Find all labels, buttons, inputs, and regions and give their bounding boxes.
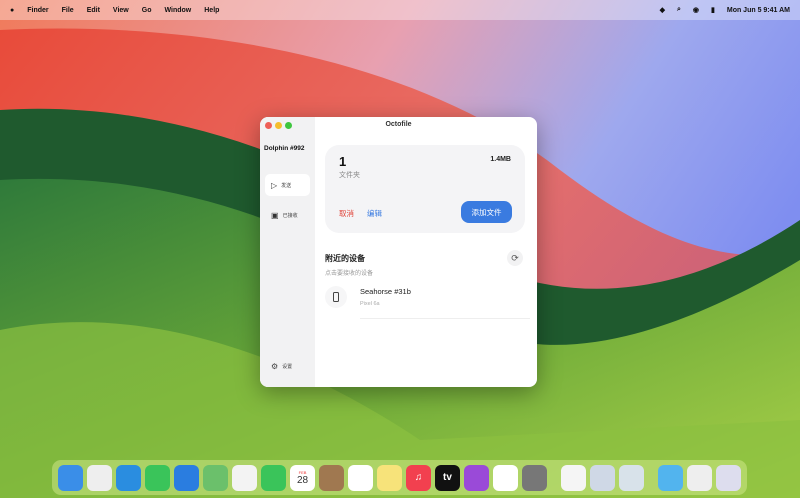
selection-type: 文件夹: [339, 172, 360, 179]
inbox-icon: ▣: [271, 210, 279, 220]
window-title: Octofile: [385, 121, 412, 128]
sidebar-item-label: 设置: [282, 363, 293, 370]
selection-card: 1 文件夹 1.4MB 取消 编辑 添加文件: [325, 145, 525, 233]
nearby-devices-title: 附近的设备: [325, 254, 365, 263]
device-name: Dolphin #992: [264, 145, 305, 152]
add-files-button[interactable]: 添加文件: [461, 201, 512, 223]
dock-preview-icon[interactable]: [589, 464, 616, 491]
dock-messages-icon[interactable]: [144, 464, 171, 491]
dock-podcasts-icon[interactable]: [463, 464, 490, 491]
gear-icon: ⚙: [271, 361, 279, 371]
sidebar-item-settings[interactable]: ⚙ 设置: [265, 355, 310, 377]
apple-menu-icon[interactable]: ●: [10, 7, 14, 14]
dock-mail-icon[interactable]: [173, 464, 200, 491]
sidebar: Dolphin #992 ▷ 发送 ▣ 已接收 ⚙ 设置: [260, 117, 315, 387]
nearby-devices-subtitle: 点击要接收的设备: [325, 271, 374, 277]
dock-calendar-icon[interactable]: FEB 28: [289, 464, 316, 491]
dock-music-icon[interactable]: ♫: [405, 464, 432, 491]
menu-go[interactable]: Go: [142, 7, 152, 14]
dock-documents-icon[interactable]: [686, 464, 712, 491]
device-model: Pixel 6a: [360, 301, 380, 307]
dock-window-icon[interactable]: [618, 464, 644, 491]
menu-bar: ● Finder File Edit View Go Window Help ◆…: [0, 0, 800, 20]
sidebar-item-send[interactable]: ▷ 发送: [265, 174, 310, 196]
cancel-button[interactable]: 取消: [339, 208, 354, 219]
dock-tv-icon[interactable]: tv: [434, 464, 461, 491]
dock-system-settings-icon[interactable]: [521, 464, 548, 491]
search-icon[interactable]: ⌕: [677, 6, 681, 14]
menu-window[interactable]: Window: [164, 7, 191, 14]
dock-maps-icon[interactable]: [202, 464, 229, 491]
selection-count: 1: [339, 154, 347, 169]
dock-trash-icon[interactable]: [715, 464, 741, 491]
dock-safari-icon[interactable]: [115, 464, 142, 491]
menu-file[interactable]: File: [62, 7, 74, 14]
edit-button[interactable]: 编辑: [367, 208, 382, 219]
refresh-icon: ⟳: [511, 252, 519, 263]
menu-edit[interactable]: Edit: [87, 7, 100, 14]
clock[interactable]: Mon Jun 5 9:41 AM: [727, 7, 790, 14]
octofile-window: Dolphin #992 ▷ 发送 ▣ 已接收 ⚙ 设置 Octofile 1 …: [260, 117, 537, 387]
dock-news-icon[interactable]: [492, 464, 519, 491]
dock-reminders-icon[interactable]: [347, 464, 374, 491]
sidebar-item-label: 发送: [281, 182, 292, 189]
selection-size: 1.4MB: [490, 156, 511, 163]
divider: [360, 318, 530, 319]
battery-icon[interactable]: ▮: [711, 6, 715, 14]
phone-icon: [325, 286, 347, 308]
menu-view[interactable]: View: [113, 7, 129, 14]
dock-photos-icon[interactable]: [231, 464, 258, 491]
dock-contacts-icon[interactable]: [318, 464, 345, 491]
dock-facetime-icon[interactable]: [260, 464, 287, 491]
menu-help[interactable]: Help: [204, 7, 219, 14]
dock-launchpad-icon[interactable]: [86, 464, 113, 491]
wifi-icon[interactable]: ◆: [660, 6, 665, 14]
dock-notes-icon[interactable]: [376, 464, 403, 491]
device-list-item[interactable]: Seahorse #31b Pixel 6a: [325, 283, 530, 319]
dock-textedit-icon[interactable]: [560, 464, 587, 491]
sidebar-item-received[interactable]: ▣ 已接收: [265, 204, 310, 226]
dock: FEB 28 ♫ tv: [52, 460, 747, 495]
dock-finder-icon[interactable]: [58, 464, 84, 491]
send-icon: ▷: [271, 180, 278, 190]
dock-downloads-folder-icon[interactable]: [657, 464, 683, 491]
menu-finder[interactable]: Finder: [27, 7, 48, 14]
sidebar-item-label: 已接收: [282, 212, 298, 219]
control-center-icon[interactable]: ◉: [693, 6, 699, 14]
device-name: Seahorse #31b: [360, 287, 411, 296]
refresh-button[interactable]: ⟳: [507, 250, 523, 266]
